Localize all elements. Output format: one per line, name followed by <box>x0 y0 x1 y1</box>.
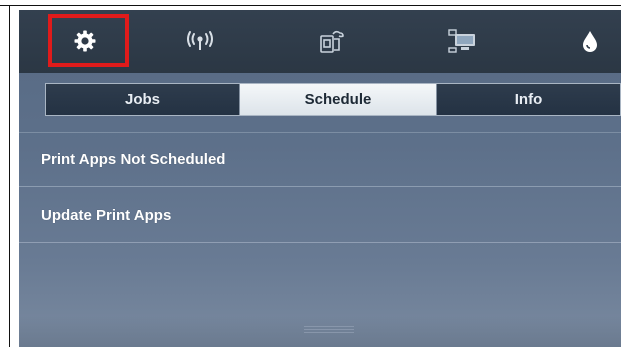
list-item-print-apps-not-scheduled[interactable]: Print Apps Not Scheduled <box>19 132 621 187</box>
settings-highlight-box <box>48 14 129 67</box>
printer-screen: Jobs Schedule Info Print Apps Not Schedu… <box>19 10 621 347</box>
network-icon <box>448 29 475 53</box>
top-icon-bar <box>19 10 621 73</box>
network-button[interactable] <box>435 20 491 62</box>
scroll-handle[interactable] <box>304 326 354 334</box>
ink-button[interactable] <box>562 20 618 62</box>
cloud-print-icon <box>320 30 344 53</box>
frame-left-border <box>9 5 10 347</box>
wireless-button[interactable] <box>172 20 228 62</box>
cloud-print-button[interactable] <box>304 20 360 62</box>
ink-icon <box>583 31 597 52</box>
wireless-icon <box>187 31 213 50</box>
tab-bar: Jobs Schedule Info <box>45 83 621 116</box>
list-item-update-print-apps[interactable]: Update Print Apps <box>19 188 621 243</box>
tab-info[interactable]: Info <box>437 84 620 115</box>
frame-top-border <box>0 5 621 6</box>
list-item-label: Update Print Apps <box>41 206 172 224</box>
tab-schedule[interactable]: Schedule <box>240 84 437 115</box>
tab-jobs[interactable]: Jobs <box>46 84 240 115</box>
list-item-label: Print Apps Not Scheduled <box>41 151 226 168</box>
